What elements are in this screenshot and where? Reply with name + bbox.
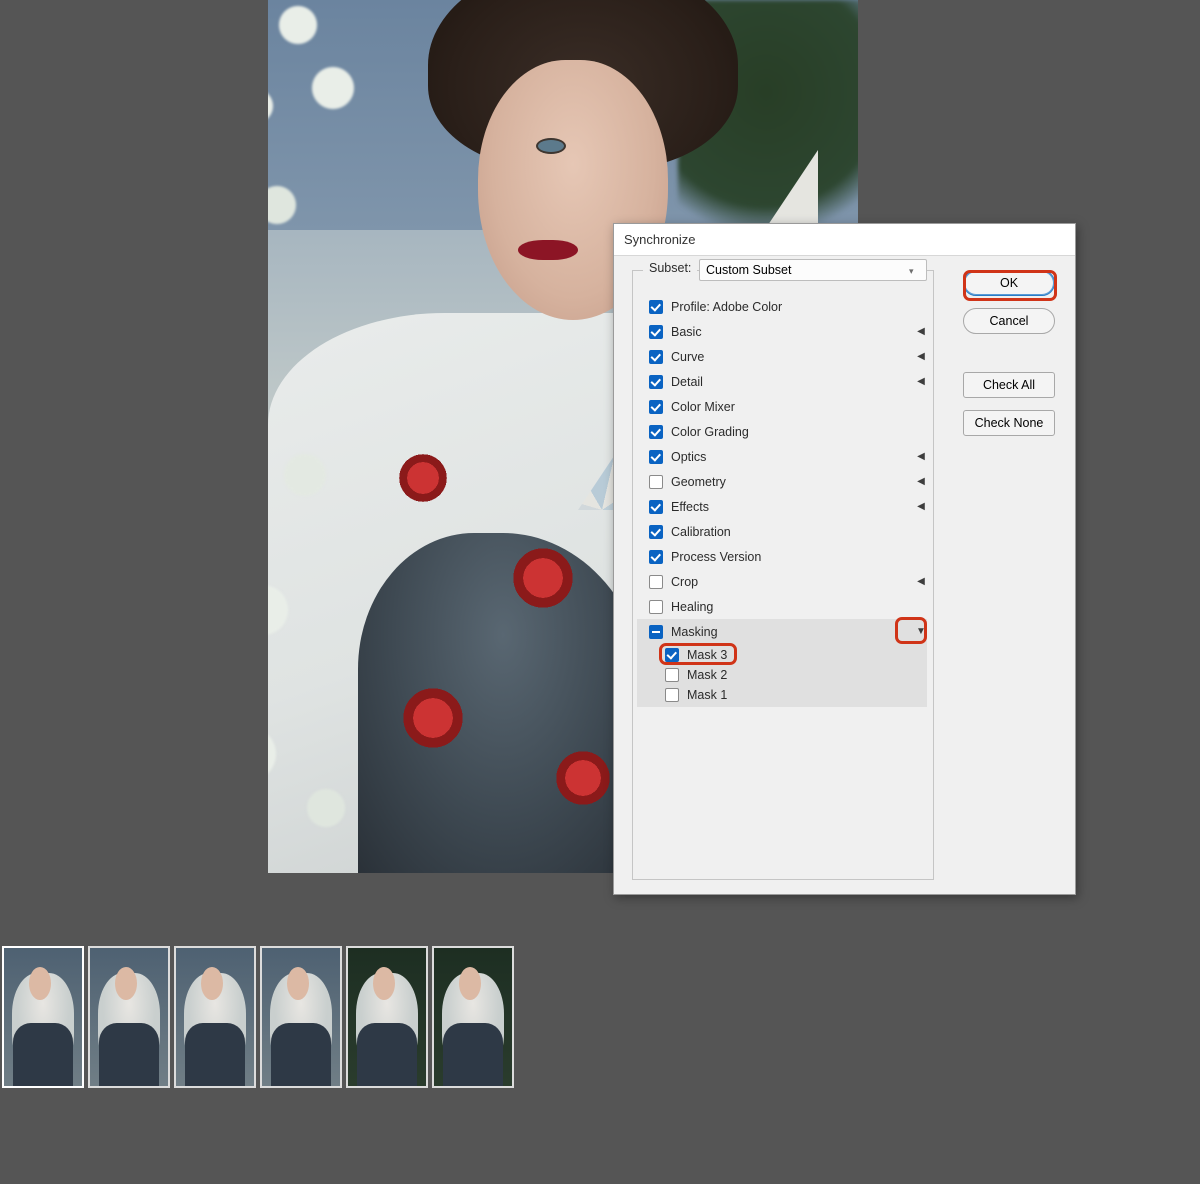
expand-left-icon[interactable]: ◀	[915, 376, 927, 387]
option-label: Profile: Adobe Color	[671, 300, 927, 314]
cancel-button[interactable]: Cancel	[963, 308, 1055, 334]
collapse-down-icon[interactable]: ▼	[915, 626, 927, 637]
sync-option-profile-adobe-color[interactable]: Profile: Adobe Color	[643, 294, 927, 319]
checkbox-icon[interactable]	[665, 668, 679, 682]
editor-canvas: Synchronize Subset: Custom Subset ▾ Prof…	[0, 0, 1200, 944]
sync-option-color-grading[interactable]: Color Grading	[643, 419, 927, 444]
option-label: Color Grading	[671, 425, 927, 439]
option-label: Basic	[671, 325, 915, 339]
thumbnail-3[interactable]	[174, 946, 256, 1088]
synchronize-dialog: Synchronize Subset: Custom Subset ▾ Prof…	[613, 223, 1076, 895]
sync-option-color-mixer[interactable]: Color Mixer	[643, 394, 927, 419]
checkbox-icon[interactable]	[649, 400, 663, 414]
mask-label: Mask 3	[687, 648, 927, 662]
option-label: Color Mixer	[671, 400, 927, 414]
sync-option-healing[interactable]: Healing	[643, 594, 927, 619]
expand-left-icon[interactable]: ◀	[915, 576, 927, 587]
subset-label: Subset:	[643, 261, 697, 275]
sync-option-effects[interactable]: Effects◀	[643, 494, 927, 519]
ok-button[interactable]: OK	[963, 270, 1055, 296]
checkbox-icon[interactable]	[665, 648, 679, 662]
mask-label: Mask 1	[687, 688, 927, 702]
option-label: Curve	[671, 350, 915, 364]
option-label: Healing	[671, 600, 927, 614]
sync-option-calibration[interactable]: Calibration	[643, 519, 927, 544]
checkbox-icon[interactable]	[649, 300, 663, 314]
check-none-button[interactable]: Check None	[963, 410, 1055, 436]
option-label: Detail	[671, 375, 915, 389]
masking-children: Mask 3 Mask 2 Mask 1	[637, 644, 927, 707]
option-label: Geometry	[671, 475, 915, 489]
checkbox-icon[interactable]	[649, 525, 663, 539]
thumbnail-1[interactable]	[2, 946, 84, 1088]
dialog-title: Synchronize	[614, 224, 1075, 256]
subset-group: Subset: Custom Subset ▾ Profile: Adobe C…	[632, 270, 934, 880]
thumbnail-2[interactable]	[88, 946, 170, 1088]
thumbnail-6[interactable]	[432, 946, 514, 1088]
sync-option-masking[interactable]: Masking▼	[643, 619, 927, 644]
sync-option-process-version[interactable]: Process Version	[643, 544, 927, 569]
expand-left-icon[interactable]: ◀	[915, 451, 927, 462]
checkbox-icon[interactable]	[649, 475, 663, 489]
checkbox-icon[interactable]	[665, 688, 679, 702]
expand-left-icon[interactable]: ◀	[915, 326, 927, 337]
checkbox-icon[interactable]	[649, 625, 663, 639]
check-all-button[interactable]: Check All	[963, 372, 1055, 398]
sync-option-geometry[interactable]: Geometry◀	[643, 469, 927, 494]
sync-option-basic[interactable]: Basic◀	[643, 319, 927, 344]
sync-option-detail[interactable]: Detail◀	[643, 369, 927, 394]
checkbox-icon[interactable]	[649, 450, 663, 464]
mask-option-mask 2[interactable]: Mask 2	[637, 665, 927, 685]
expand-left-icon[interactable]: ◀	[915, 476, 927, 487]
option-label: Crop	[671, 575, 915, 589]
option-label: Optics	[671, 450, 915, 464]
filmstrip	[0, 944, 1200, 1094]
dialog-buttons: OK Cancel Check All Check None	[963, 270, 1059, 448]
thumbnail-4[interactable]	[260, 946, 342, 1088]
expand-left-icon[interactable]: ◀	[915, 351, 927, 362]
sync-option-curve[interactable]: Curve◀	[643, 344, 927, 369]
sync-option-crop[interactable]: Crop◀	[643, 569, 927, 594]
checkbox-icon[interactable]	[649, 575, 663, 589]
option-label: Calibration	[671, 525, 927, 539]
thumbnail-5[interactable]	[346, 946, 428, 1088]
option-label: Masking	[671, 625, 915, 639]
mask-option-mask 3[interactable]: Mask 3	[637, 645, 927, 665]
checkbox-icon[interactable]	[649, 375, 663, 389]
sync-options-list: Profile: Adobe ColorBasic◀Curve◀Detail◀C…	[643, 294, 927, 707]
checkbox-icon[interactable]	[649, 550, 663, 564]
expand-left-icon[interactable]: ◀	[915, 501, 927, 512]
checkbox-icon[interactable]	[649, 500, 663, 514]
mask-option-mask 1[interactable]: Mask 1	[637, 685, 927, 705]
sync-option-optics[interactable]: Optics◀	[643, 444, 927, 469]
checkbox-icon[interactable]	[649, 325, 663, 339]
subset-select[interactable]: Custom Subset	[699, 259, 927, 281]
option-label: Process Version	[671, 550, 927, 564]
mask-label: Mask 2	[687, 668, 927, 682]
checkbox-icon[interactable]	[649, 350, 663, 364]
checkbox-icon[interactable]	[649, 600, 663, 614]
option-label: Effects	[671, 500, 915, 514]
checkbox-icon[interactable]	[649, 425, 663, 439]
